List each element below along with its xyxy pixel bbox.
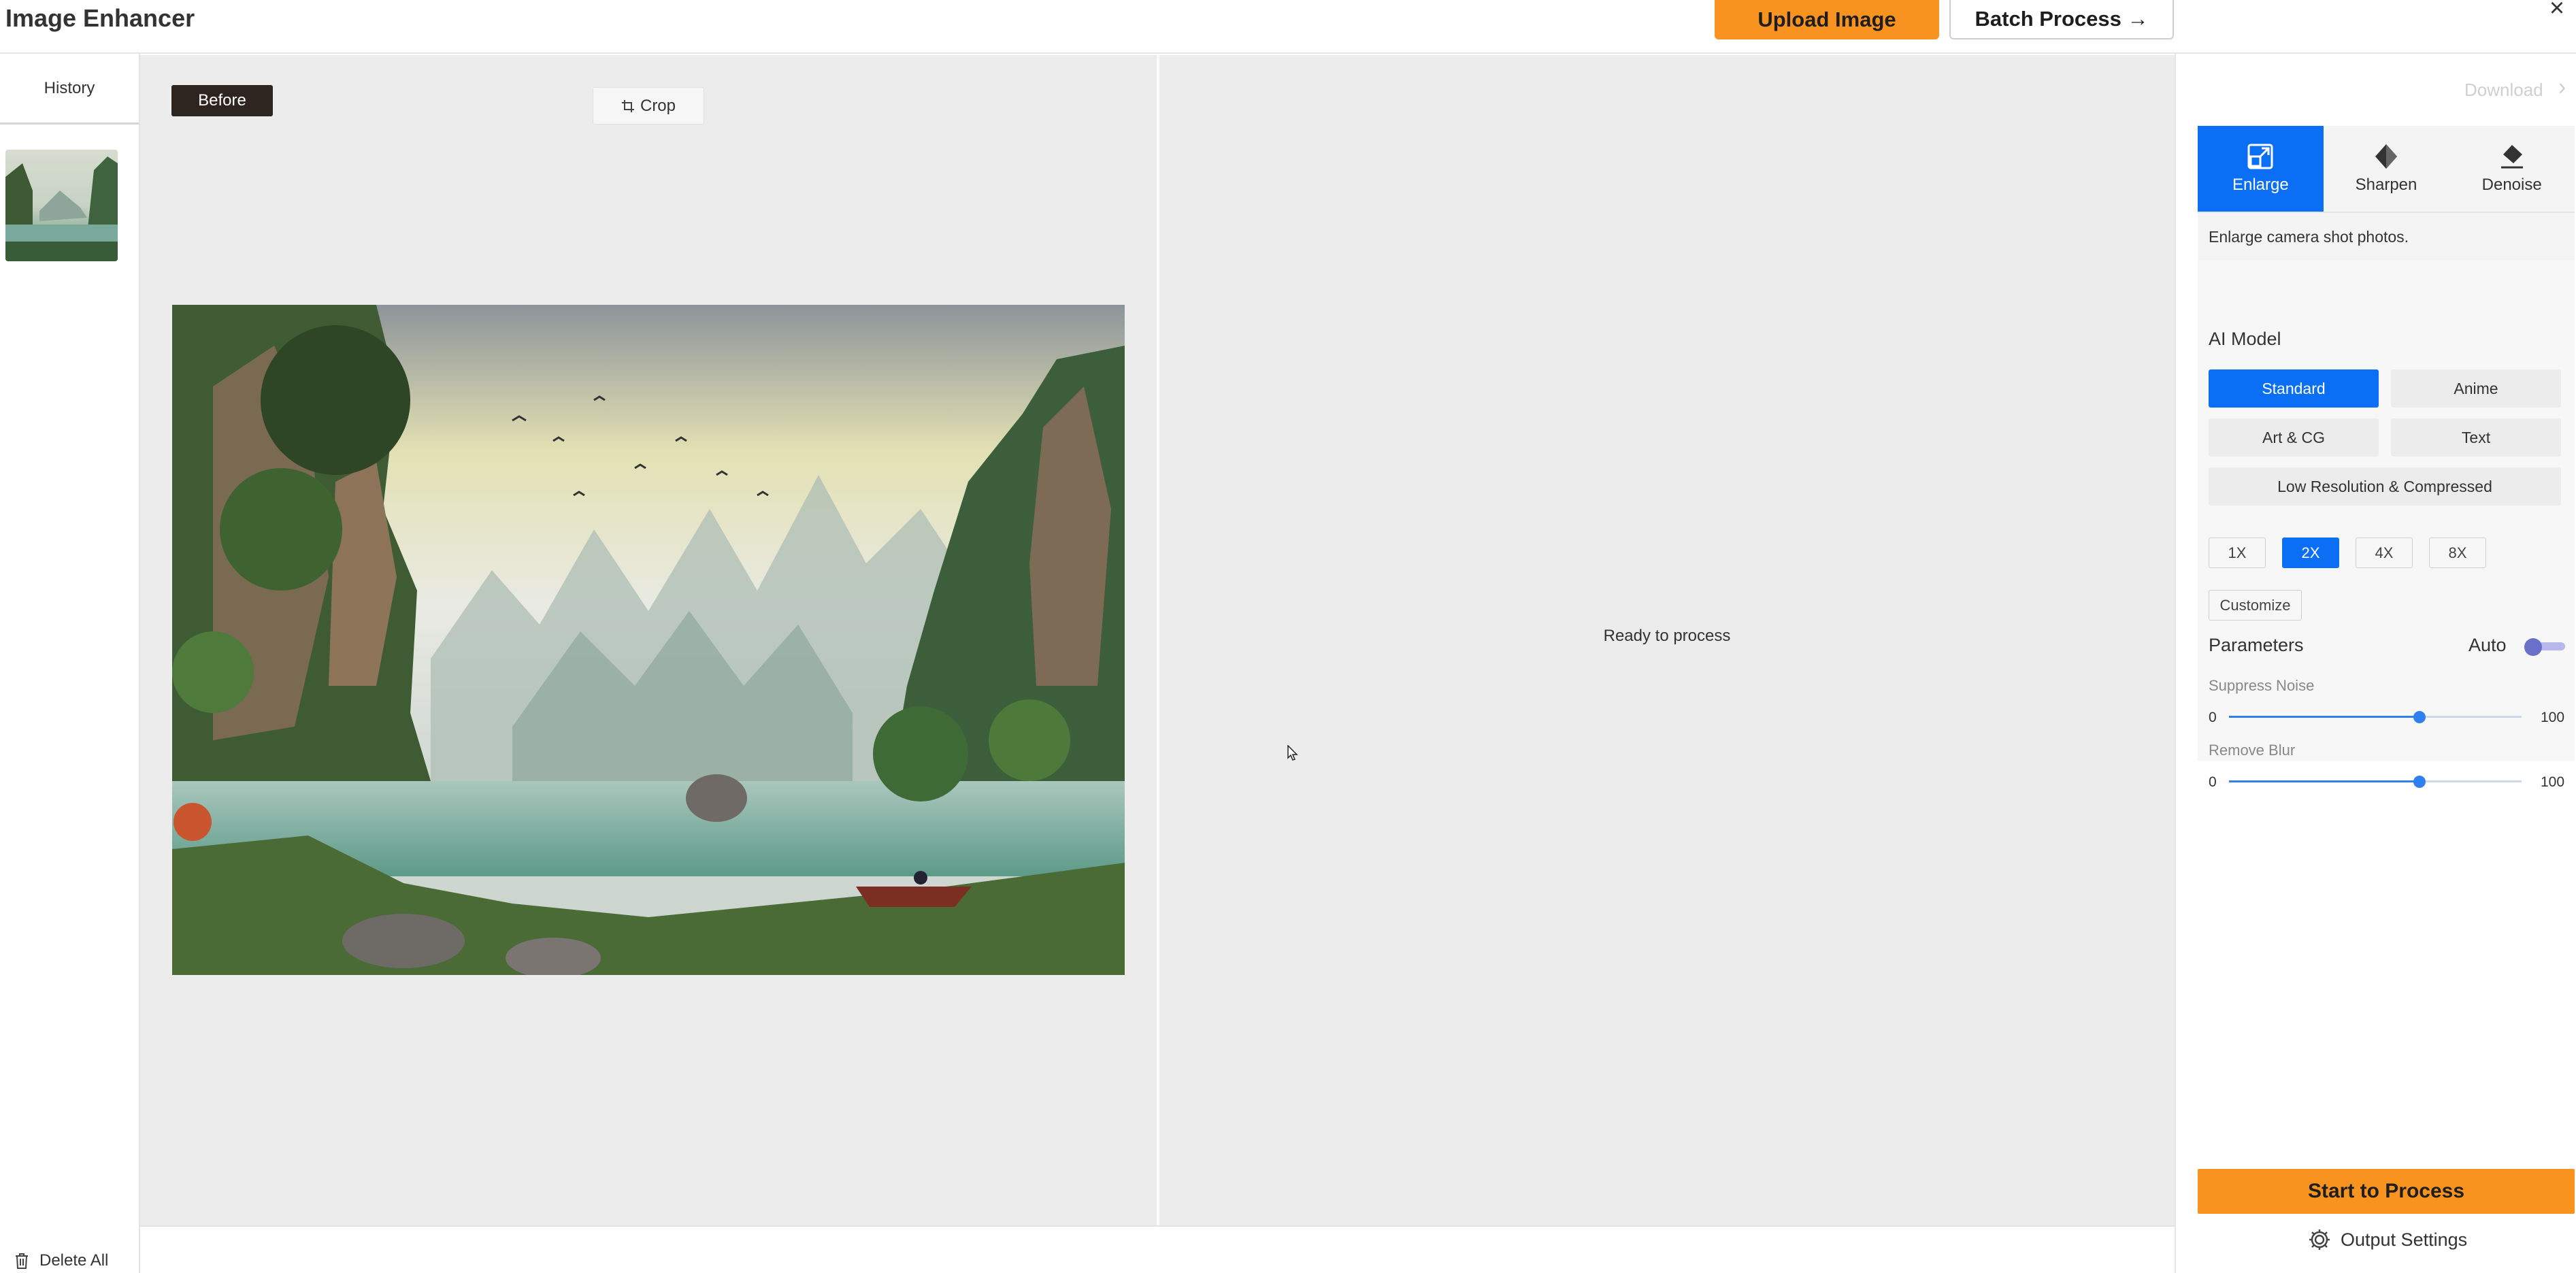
delete-all-label: Delete All [39, 1251, 109, 1270]
remove-blur-min: 0 [2209, 774, 2217, 790]
auto-toggle[interactable] [2524, 638, 2565, 656]
remove-blur-slider[interactable] [2229, 775, 2522, 789]
tab-denoise-label: Denoise [2481, 176, 2542, 194]
sharpen-icon [2375, 144, 2397, 169]
remove-blur-max: 100 [2541, 774, 2565, 790]
start-process-button[interactable]: Start to Process [2198, 1169, 2575, 1214]
history-tab[interactable]: History [0, 54, 139, 125]
bottom-strip [140, 1225, 2175, 1273]
ai-model-label: AI Model [2209, 329, 2281, 349]
mode-description: Enlarge camera shot photos. [2198, 212, 2575, 261]
auto-label: Auto [2468, 635, 2507, 655]
model-low-res-button[interactable]: Low Resolution & Compressed [2209, 467, 2561, 506]
mode-tabs: Enlarge Sharpen Denoise [2198, 126, 2575, 212]
upload-image-button[interactable]: Upload Image [1715, 0, 1939, 39]
tab-enlarge[interactable]: Enlarge [2198, 126, 2324, 212]
download-button[interactable]: Download [2464, 80, 2543, 101]
model-standard-button[interactable]: Standard [2209, 369, 2379, 408]
gear-icon [2309, 1229, 2330, 1250]
customize-button[interactable]: Customize [2209, 590, 2302, 621]
close-icon[interactable]: × [2543, 0, 2571, 21]
history-thumbnail[interactable] [5, 150, 118, 261]
cursor-icon [1287, 745, 1298, 761]
crop-button[interactable]: Crop [593, 87, 704, 125]
crop-label: Crop [640, 96, 676, 115]
eraser-icon [2500, 145, 2523, 169]
suppress-noise-max: 100 [2541, 710, 2565, 725]
batch-process-button[interactable]: Batch Process → [1949, 0, 2174, 39]
model-anime-button[interactable]: Anime [2391, 369, 2561, 408]
scale-8x-button[interactable]: 8X [2429, 538, 2486, 568]
model-art-cg-button[interactable]: Art & CG [2209, 418, 2379, 457]
parameters-label: Parameters [2209, 635, 2304, 655]
scale-4x-button[interactable]: 4X [2356, 538, 2413, 568]
after-panel: Ready to process [1159, 55, 2175, 1225]
scale-1x-button[interactable]: 1X [2209, 538, 2266, 568]
delete-all-button[interactable]: Delete All [14, 1251, 108, 1270]
before-badge: Before [171, 85, 273, 116]
chevron-right-icon[interactable]: › [2558, 74, 2566, 101]
suppress-noise-slider[interactable] [2229, 710, 2522, 724]
source-image [172, 305, 1125, 975]
slider-fill [2229, 716, 2420, 718]
slider-fill [2229, 780, 2420, 782]
slider-thumb[interactable] [2413, 711, 2426, 723]
slider-thumb[interactable] [2413, 776, 2426, 788]
output-settings-label: Output Settings [2341, 1229, 2468, 1250]
tab-enlarge-label: Enlarge [2232, 176, 2289, 194]
remove-blur-label: Remove Blur [2209, 742, 2296, 759]
suppress-noise-min: 0 [2209, 710, 2217, 725]
before-panel: Before Crop [140, 55, 1157, 1225]
output-settings-button[interactable]: Output Settings [2308, 1228, 2467, 1251]
enlarge-icon [2247, 144, 2273, 169]
model-text-button[interactable]: Text [2391, 418, 2561, 457]
app-title: Image Enhancer [5, 4, 195, 32]
toggle-knob [2524, 638, 2542, 656]
suppress-noise-label: Suppress Noise [2209, 677, 2315, 694]
crop-icon [621, 99, 634, 112]
history-sidebar: History Delete All [0, 54, 140, 1273]
trash-icon [16, 1253, 28, 1269]
status-text: Ready to process [1603, 627, 1731, 645]
top-bar: Image Enhancer Upload Image Batch Proces… [0, 0, 2576, 54]
tab-sharpen[interactable]: Sharpen [2324, 126, 2449, 212]
enhance-settings: AI Model Standard Anime Art & CG Text Lo… [2198, 261, 2575, 790]
tab-denoise[interactable]: Denoise [2449, 126, 2575, 212]
settings-panel: Download › Enlarge Sharpen Denoise Enlar… [2175, 54, 2576, 1273]
scale-2x-button[interactable]: 2X [2282, 538, 2339, 568]
tab-sharpen-label: Sharpen [2355, 176, 2417, 194]
